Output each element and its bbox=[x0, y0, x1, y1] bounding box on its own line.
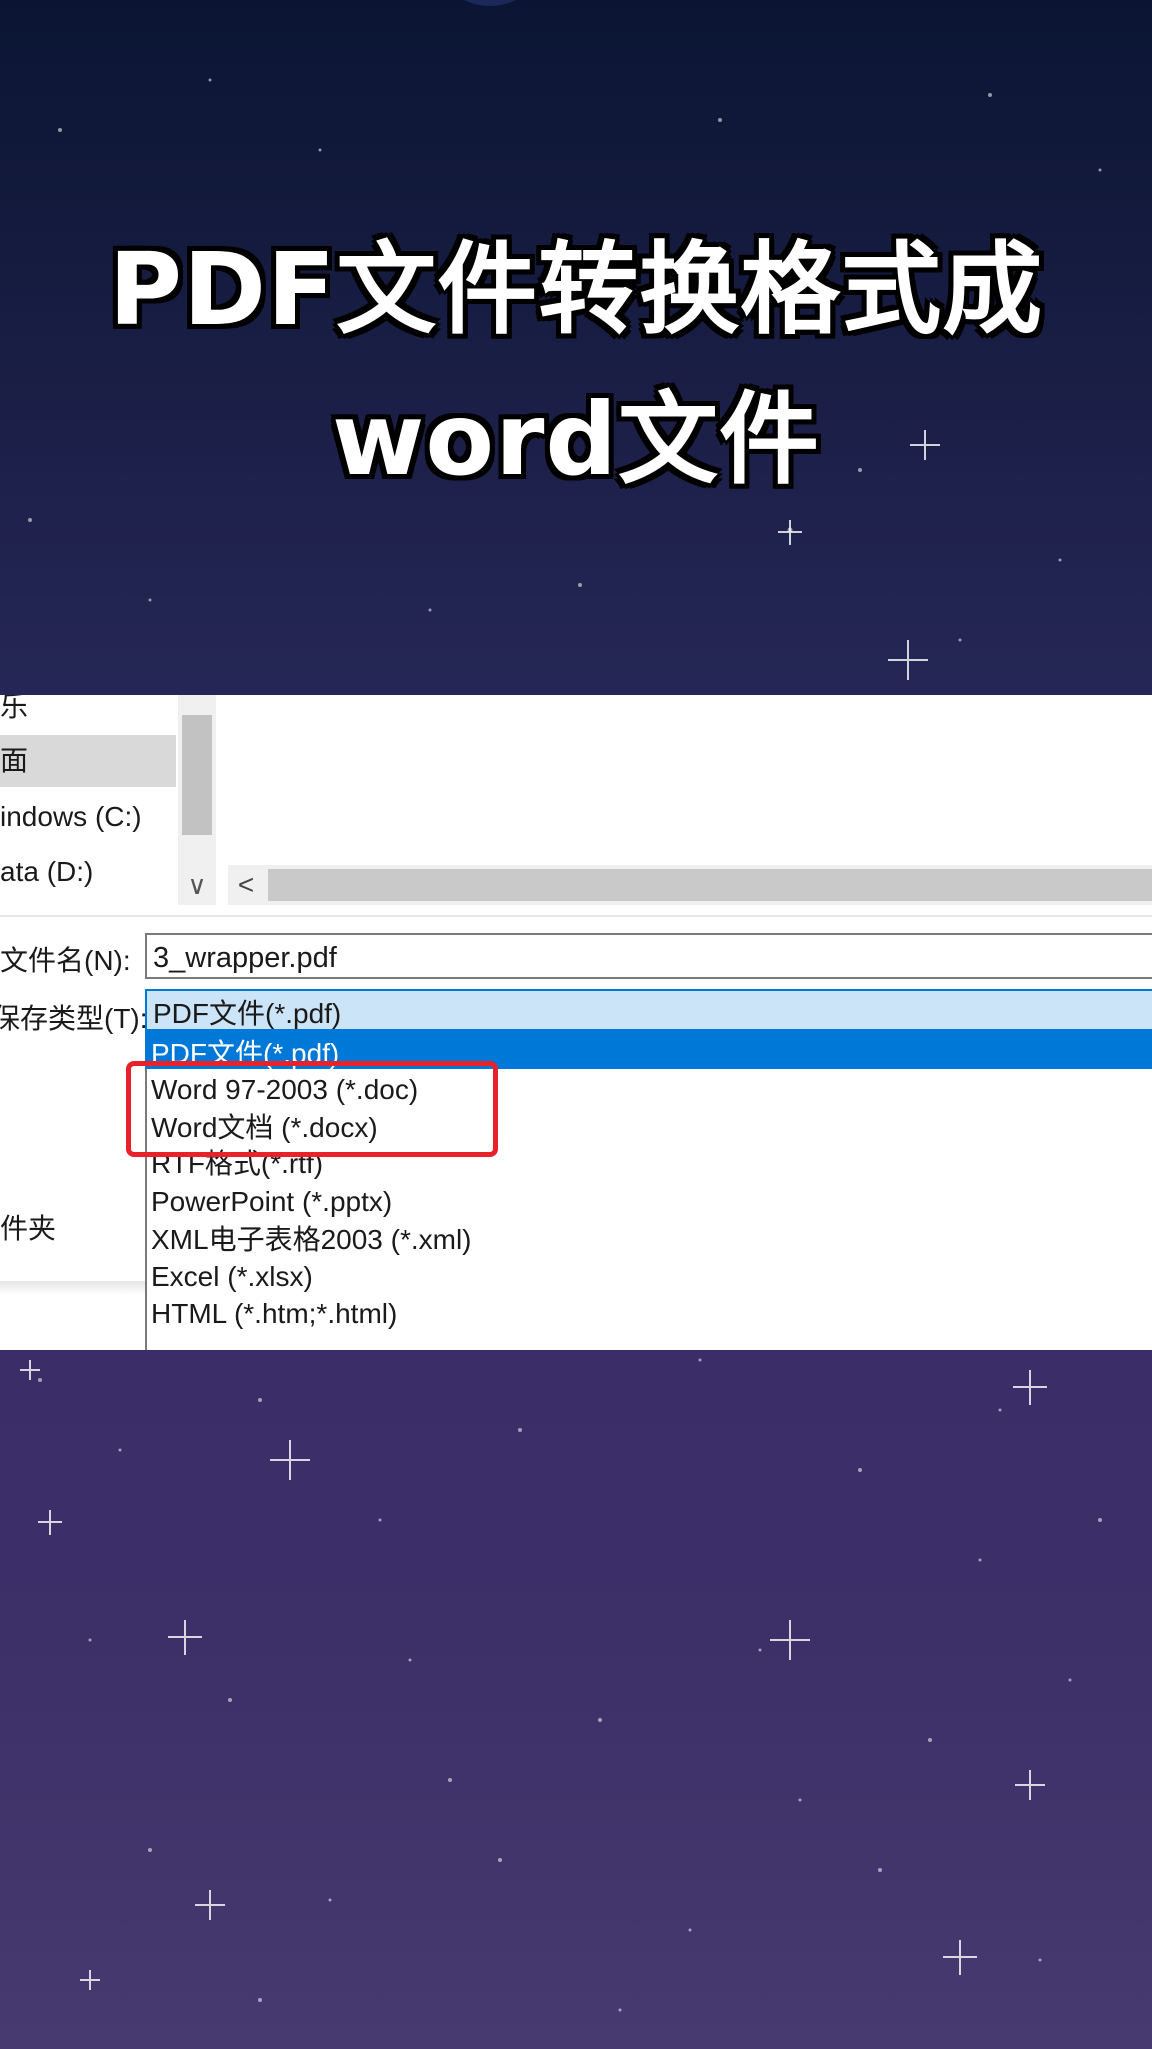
folder-nav-list: 乐 面 indows (C:) ata (D:) bbox=[0, 695, 178, 905]
nav-item-label: 乐 bbox=[0, 695, 29, 722]
divider bbox=[0, 915, 1152, 917]
moon-decoration bbox=[430, 0, 550, 6]
filename-input[interactable]: 3_wrapper.pdf bbox=[145, 933, 1152, 979]
chevron-left-icon[interactable]: < bbox=[228, 865, 264, 905]
dropdown-option-xlsx[interactable]: Excel (*.xlsx) bbox=[151, 1258, 313, 1296]
filetype-label: 保存类型(T): bbox=[0, 1003, 148, 1034]
dropdown-option-pptx[interactable]: PowerPoint (*.pptx) bbox=[151, 1183, 392, 1221]
headline-line-2: word文件 bbox=[332, 381, 820, 498]
horizontal-scrollbar[interactable]: < bbox=[228, 865, 1152, 905]
chevron-down-icon[interactable]: ∨ bbox=[178, 865, 216, 905]
nav-item-music[interactable]: 乐 bbox=[0, 695, 176, 733]
nav-item-label: ata (D:) bbox=[0, 856, 94, 887]
save-dialog-screenshot: 乐 面 indows (C:) ata (D:) ∨ < 文件名(N): 3_w… bbox=[0, 695, 1152, 1350]
dropdown-option-xml[interactable]: XML电子表格2003 (*.xml) bbox=[151, 1221, 472, 1259]
nav-item-drive-c[interactable]: indows (C:) bbox=[0, 791, 176, 843]
dropdown-option-html[interactable]: HTML (*.htm;*.html) bbox=[151, 1295, 397, 1333]
nav-scrollbar-thumb[interactable] bbox=[182, 715, 212, 835]
dialog-footer-shadow bbox=[0, 1281, 145, 1295]
headline: PDF文件转换格式成 word文件 bbox=[0, 215, 1152, 515]
horizontal-scrollbar-thumb[interactable] bbox=[268, 869, 1152, 901]
nav-item-drive-d[interactable]: ata (D:) bbox=[0, 846, 176, 898]
headline-line-1: PDF文件转换格式成 bbox=[108, 231, 1044, 348]
nav-scrollbar[interactable]: ∨ bbox=[178, 695, 216, 905]
browse-folders-label[interactable]: 件夹 bbox=[0, 1207, 56, 1247]
filename-label: 文件名(N): bbox=[0, 945, 131, 976]
nav-item-label: indows (C:) bbox=[0, 801, 142, 832]
nav-item-desktop[interactable]: 面 bbox=[0, 735, 176, 787]
highlight-annotation-box bbox=[126, 1061, 498, 1157]
nav-item-label: 面 bbox=[0, 745, 29, 776]
